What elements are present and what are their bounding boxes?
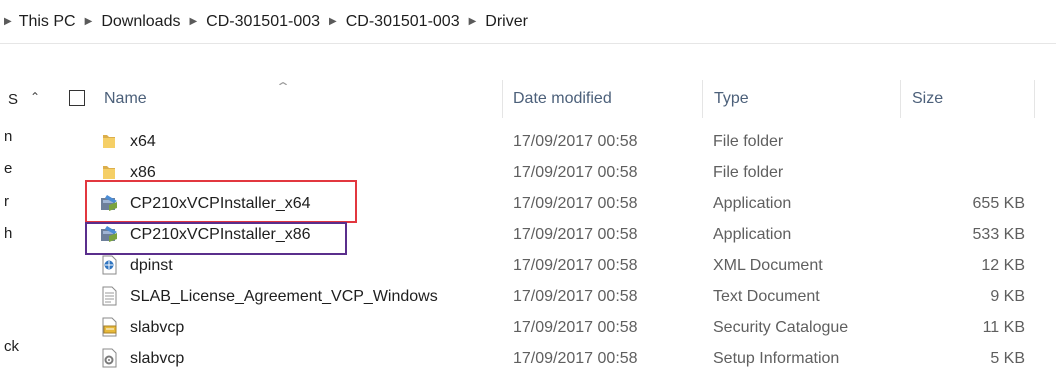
chevron-right-icon[interactable]: ▶ bbox=[469, 16, 477, 27]
file-size: 533 KB bbox=[972, 226, 1025, 243]
chevron-right-icon[interactable]: ▶ bbox=[189, 16, 197, 27]
file-date: 17/09/2017 00:58 bbox=[513, 133, 638, 150]
file-name: slabvcp bbox=[130, 350, 185, 367]
setup-info-icon bbox=[102, 348, 117, 368]
column-divider[interactable] bbox=[702, 80, 703, 118]
file-date: 17/09/2017 00:58 bbox=[513, 319, 638, 336]
column-date-modified[interactable]: Date modified bbox=[513, 90, 612, 108]
breadcrumb-downloads[interactable]: Downloads bbox=[101, 13, 180, 31]
sort-caret-icon: ⌃ bbox=[274, 80, 292, 94]
file-size: 12 KB bbox=[981, 257, 1025, 274]
file-type: Application bbox=[713, 226, 792, 243]
column-name[interactable]: Name bbox=[104, 90, 147, 108]
xml-file-icon bbox=[102, 255, 117, 275]
address-bar[interactable]: ▶ This PC ▶ Downloads ▶ CD-301501-003 ▶ … bbox=[0, 0, 1056, 44]
folder-icon bbox=[103, 166, 115, 179]
file-date: 17/09/2017 00:58 bbox=[513, 350, 638, 367]
file-type: Text Document bbox=[713, 288, 820, 305]
select-all-checkbox[interactable] bbox=[69, 90, 85, 106]
nav-item[interactable]: r bbox=[4, 193, 9, 210]
highlight-box-x64-installer bbox=[85, 180, 357, 223]
column-divider[interactable] bbox=[502, 80, 503, 118]
chevron-right-icon[interactable]: ▶ bbox=[4, 16, 12, 27]
highlight-box-x86-installer bbox=[85, 222, 347, 255]
navigation-pane[interactable]: S ⌃ n e r h ck bbox=[0, 80, 47, 388]
catalog-file-icon bbox=[102, 317, 117, 337]
breadcrumb-cd-301501-003-sub[interactable]: CD-301501-003 bbox=[346, 13, 460, 31]
breadcrumb-driver[interactable]: Driver bbox=[485, 13, 528, 31]
chevron-right-icon[interactable]: ▶ bbox=[85, 16, 93, 27]
column-divider[interactable] bbox=[1034, 80, 1035, 118]
file-name: x64 bbox=[130, 133, 156, 150]
text-file-icon bbox=[102, 286, 117, 306]
file-row[interactable]: x64 17/09/2017 00:58 File folder bbox=[48, 126, 1036, 157]
nav-scrollbar[interactable] bbox=[38, 80, 47, 388]
file-name: dpinst bbox=[130, 257, 173, 274]
file-size: 5 KB bbox=[990, 350, 1025, 367]
file-row[interactable]: slabvcp 17/09/2017 00:58 Security Catalo… bbox=[48, 312, 1036, 343]
file-type: Application bbox=[713, 195, 792, 212]
file-type: Setup Information bbox=[713, 350, 840, 367]
nav-item[interactable]: h bbox=[4, 225, 12, 242]
file-size: 9 KB bbox=[990, 288, 1025, 305]
folder-icon bbox=[103, 135, 115, 148]
nav-item[interactable]: e bbox=[4, 160, 12, 177]
file-type: XML Document bbox=[713, 257, 823, 274]
file-size: 11 KB bbox=[982, 319, 1025, 336]
file-type: File folder bbox=[713, 133, 784, 150]
column-type[interactable]: Type bbox=[714, 90, 749, 108]
nav-pane-header[interactable]: S bbox=[8, 91, 18, 108]
file-name: slabvcp bbox=[130, 319, 185, 336]
nav-item[interactable]: ck bbox=[4, 338, 19, 355]
file-date: 17/09/2017 00:58 bbox=[513, 257, 638, 274]
file-name: SLAB_License_Agreement_VCP_Windows bbox=[130, 288, 438, 305]
chevron-right-icon[interactable]: ▶ bbox=[329, 16, 337, 27]
file-type: Security Catalogue bbox=[713, 319, 849, 336]
file-date: 17/09/2017 00:58 bbox=[513, 195, 638, 212]
file-size: 655 KB bbox=[972, 195, 1025, 212]
file-row[interactable]: SLAB_License_Agreement_VCP_Windows 17/09… bbox=[48, 281, 1036, 312]
breadcrumb: ▶ This PC ▶ Downloads ▶ CD-301501-003 ▶ … bbox=[4, 13, 528, 31]
file-row[interactable]: slabvcp 17/09/2017 00:58 Setup Informati… bbox=[48, 343, 1036, 374]
file-date: 17/09/2017 00:58 bbox=[513, 288, 638, 305]
file-date: 17/09/2017 00:58 bbox=[513, 226, 638, 243]
file-type: File folder bbox=[713, 164, 784, 181]
column-divider[interactable] bbox=[900, 80, 901, 118]
column-header: ⌃ Name Date modified Type Size bbox=[48, 80, 1036, 118]
file-date: 17/09/2017 00:58 bbox=[513, 164, 638, 181]
column-size[interactable]: Size bbox=[912, 90, 943, 108]
breadcrumb-cd-301501-003[interactable]: CD-301501-003 bbox=[206, 13, 320, 31]
breadcrumb-this-pc[interactable]: This PC bbox=[19, 13, 76, 31]
nav-item[interactable]: n bbox=[4, 128, 12, 145]
